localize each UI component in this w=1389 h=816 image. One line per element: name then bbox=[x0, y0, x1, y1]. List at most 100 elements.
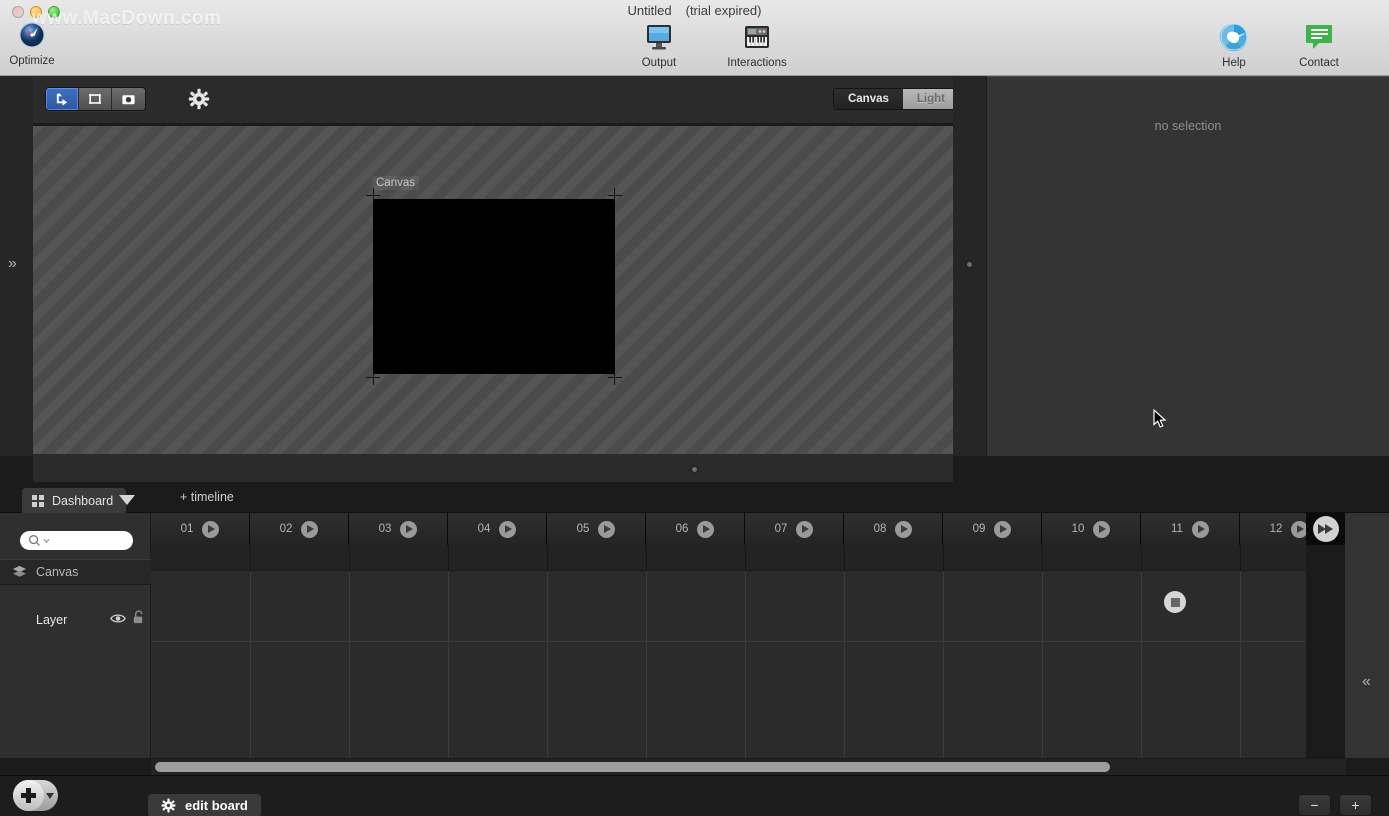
timeline-column-divider bbox=[943, 545, 944, 758]
timeline-layer-row[interactable]: Layer bbox=[0, 585, 151, 655]
chevron-double-left-icon[interactable]: « bbox=[1362, 673, 1371, 691]
unlock-icon[interactable] bbox=[132, 610, 145, 630]
timeline-column-header[interactable]: 05 bbox=[547, 513, 646, 545]
crop-tool-button[interactable] bbox=[79, 88, 112, 110]
gauge-icon bbox=[19, 22, 45, 48]
timeline-column-divider bbox=[646, 545, 647, 758]
timeline-band-divider bbox=[1042, 545, 1043, 571]
speech-bubble-icon bbox=[1306, 25, 1332, 49]
timeline-column-divider bbox=[844, 545, 845, 758]
timeline-column-header[interactable]: 02 bbox=[250, 513, 349, 545]
midi-keyboard-icon bbox=[745, 26, 769, 48]
record-stop-icon bbox=[1170, 597, 1180, 607]
timeline-layer-label: Layer bbox=[36, 613, 68, 627]
triangle-down-icon[interactable] bbox=[119, 495, 135, 505]
arrow-move-icon bbox=[55, 92, 67, 106]
timeline-column-number: 10 bbox=[1071, 523, 1085, 535]
timeline-column-number: 01 bbox=[180, 523, 194, 535]
toolbar-item-optimize[interactable]: Optimize bbox=[0, 20, 80, 67]
toolbar-label-interactions: Interactions bbox=[727, 57, 787, 69]
inspector-empty-message: no selection bbox=[1154, 119, 1222, 133]
zoom-in-button[interactable]: + bbox=[1339, 794, 1372, 816]
editor-settings-button[interactable] bbox=[188, 88, 210, 110]
search-field-wrap[interactable] bbox=[20, 531, 133, 550]
editor-resize-handle[interactable] bbox=[692, 467, 697, 472]
canvas-stage-label: Canvas bbox=[372, 176, 419, 190]
toolbar-item-contact[interactable]: Contact bbox=[1271, 22, 1367, 69]
fast-forward-icon bbox=[1312, 516, 1339, 542]
timeline-group-canvas[interactable]: Canvas bbox=[0, 559, 151, 585]
inspector-resize-handle[interactable] bbox=[967, 262, 972, 267]
fast-forward-button[interactable] bbox=[1306, 513, 1345, 545]
chevron-double-right-icon[interactable]: » bbox=[8, 255, 17, 273]
toolbar-label-help: Help bbox=[1222, 57, 1246, 69]
timeline-column-header[interactable]: 11 bbox=[1141, 513, 1240, 545]
app-window: www.MacDown.com Untitled (trial expired) … bbox=[0, 0, 1389, 816]
play-icon[interactable] bbox=[202, 520, 220, 538]
edit-board-button[interactable]: edit board bbox=[148, 794, 261, 816]
play-icon[interactable] bbox=[994, 520, 1012, 538]
play-icon[interactable] bbox=[499, 520, 517, 538]
toolbar-item-interactions[interactable]: Interactions bbox=[709, 22, 805, 69]
timeline-layer-column: Canvas Layer bbox=[0, 513, 151, 758]
crop-mark-tr-h bbox=[608, 195, 622, 196]
grid-icon bbox=[32, 494, 44, 507]
play-icon[interactable] bbox=[301, 520, 319, 538]
toggle-option-canvas[interactable]: Canvas bbox=[833, 89, 903, 109]
play-icon[interactable] bbox=[1093, 520, 1111, 538]
timeline-column-header[interactable]: 03 bbox=[349, 513, 448, 545]
timeline-band-divider bbox=[547, 545, 548, 571]
camera-icon bbox=[122, 94, 135, 104]
add-button[interactable] bbox=[13, 780, 58, 811]
canvas-light-toggle[interactable]: Canvas Light bbox=[832, 88, 960, 110]
play-icon[interactable] bbox=[895, 520, 913, 538]
add-timeline-button[interactable]: + timeline bbox=[180, 490, 234, 504]
canvas-stage[interactable]: Canvas bbox=[33, 126, 953, 454]
toolbar-item-help[interactable]: Help bbox=[1186, 22, 1282, 69]
timeline-column-header[interactable]: 09 bbox=[943, 513, 1042, 545]
toggle-option-light[interactable]: Light bbox=[902, 89, 959, 109]
horizontal-scrollbar[interactable] bbox=[151, 759, 1346, 775]
toolbar-item-output[interactable]: Output bbox=[611, 22, 707, 69]
timeline-column-divider bbox=[349, 545, 350, 758]
eye-icon[interactable] bbox=[110, 611, 126, 629]
camera-tool-button[interactable] bbox=[112, 88, 145, 110]
document-title-area: Untitled (trial expired) bbox=[0, 3, 1389, 18]
timeline-column-header[interactable]: 06 bbox=[646, 513, 745, 545]
play-icon[interactable] bbox=[598, 520, 616, 538]
chevron-down-icon[interactable] bbox=[43, 537, 50, 544]
timeline-column-header[interactable]: 10 bbox=[1042, 513, 1141, 545]
timeline-keyframe-band[interactable] bbox=[151, 545, 1306, 571]
record-stop-button[interactable] bbox=[1164, 591, 1186, 613]
timeline-band-divider bbox=[349, 545, 350, 571]
timeline-band-divider bbox=[646, 545, 647, 571]
timeline-column-divider bbox=[1240, 545, 1241, 758]
timeline-grid[interactable] bbox=[151, 545, 1306, 758]
scrollbar-thumb[interactable] bbox=[155, 762, 1110, 772]
timeline-column-header[interactable]: 08 bbox=[844, 513, 943, 545]
play-icon[interactable] bbox=[1191, 520, 1209, 538]
timeline-column-header[interactable]: 01 bbox=[151, 513, 250, 545]
gear-icon bbox=[161, 798, 176, 813]
mouse-cursor bbox=[1153, 409, 1167, 428]
crop-mark-br-h bbox=[608, 377, 622, 378]
triangle-down-icon[interactable] bbox=[46, 792, 54, 799]
tool-segmented-control[interactable] bbox=[45, 87, 146, 111]
timeline-column-number: 11 bbox=[1171, 523, 1183, 535]
tab-dashboard[interactable]: Dashboard bbox=[22, 488, 127, 513]
zoom-out-button[interactable]: − bbox=[1298, 794, 1331, 816]
timeline-band-divider bbox=[448, 545, 449, 571]
timeline-right-rail bbox=[1345, 513, 1389, 758]
play-icon[interactable] bbox=[400, 520, 418, 538]
timeline-column-header[interactable]: 07 bbox=[745, 513, 844, 545]
editor-toolbar: Canvas Light bbox=[33, 76, 985, 123]
gear-icon bbox=[188, 88, 210, 110]
play-icon[interactable] bbox=[796, 520, 814, 538]
play-icon[interactable] bbox=[697, 520, 715, 538]
titlebar: www.MacDown.com Untitled (trial expired) … bbox=[0, 0, 1389, 76]
tab-dashboard-label: Dashboard bbox=[52, 493, 114, 508]
canvas-artboard[interactable] bbox=[373, 199, 615, 374]
tab-strip: Dashboard + timeline bbox=[0, 482, 1389, 513]
timeline-column-header[interactable]: 04 bbox=[448, 513, 547, 545]
move-tool-button[interactable] bbox=[46, 88, 79, 110]
